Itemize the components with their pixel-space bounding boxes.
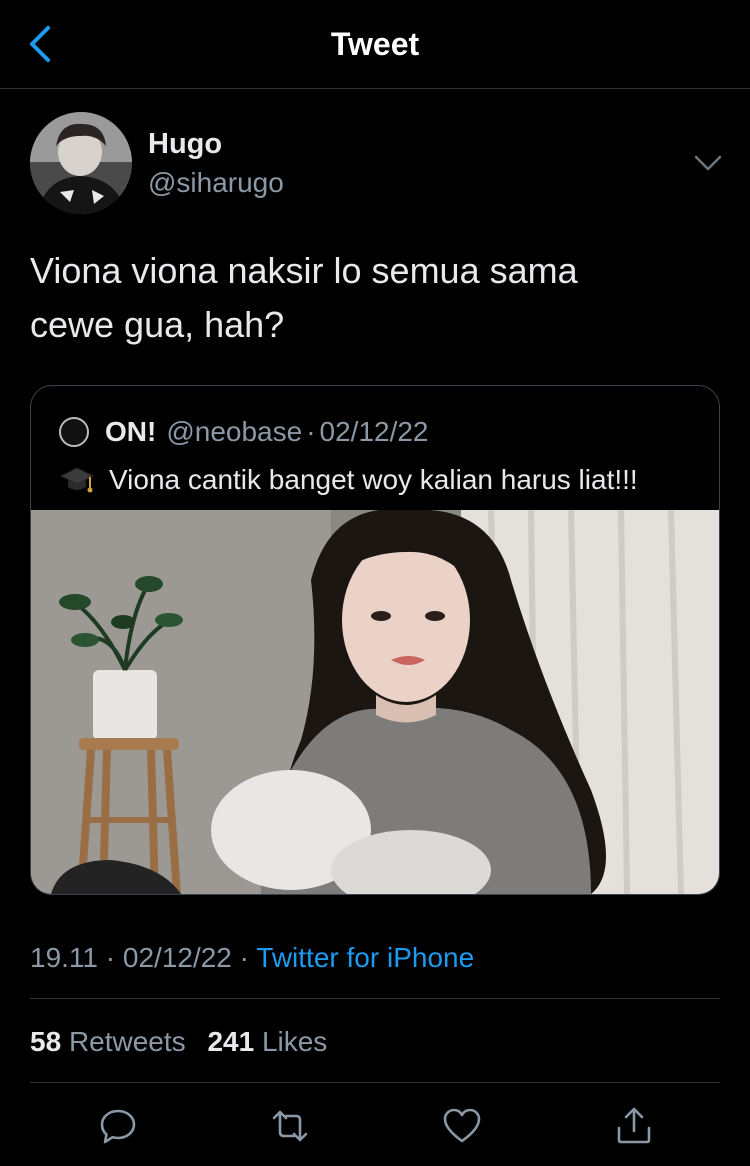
quoted-media-image[interactable] bbox=[31, 510, 719, 894]
tweet-text: Viona viona naksir lo semua sama cewe gu… bbox=[30, 244, 710, 352]
reply-icon bbox=[100, 1109, 136, 1144]
tweet-text-line: cewe gua, hah? bbox=[30, 304, 285, 345]
retweets-stat[interactable]: 58 Retweets bbox=[30, 1026, 193, 1057]
more-options-button[interactable] bbox=[690, 148, 726, 178]
author-handle[interactable]: @siharugo bbox=[148, 167, 284, 199]
avatar[interactable] bbox=[30, 112, 132, 214]
tweet-source-link[interactable]: Twitter for iPhone bbox=[256, 942, 474, 973]
graduation-cap-icon bbox=[59, 467, 95, 493]
heart-icon bbox=[443, 1108, 481, 1143]
retweet-button[interactable] bbox=[268, 1104, 312, 1148]
quoted-date: 02/12/22 bbox=[319, 416, 429, 447]
likes-count: 241 bbox=[207, 1026, 255, 1057]
chevron-down-icon bbox=[694, 155, 722, 171]
divider bbox=[30, 1082, 720, 1083]
page-title: Tweet bbox=[330, 26, 420, 62]
photo bbox=[31, 510, 719, 894]
quoted-tweet[interactable]: ON! @neobase · 02/12/22 Viona cantik ban… bbox=[30, 385, 720, 895]
share-icon bbox=[617, 1107, 651, 1144]
retweets-count: 58 bbox=[30, 1026, 62, 1057]
profile-photo bbox=[30, 112, 132, 214]
separator-dot: · bbox=[306, 416, 316, 447]
like-button[interactable] bbox=[440, 1104, 484, 1148]
likes-stat[interactable]: 241 Likes bbox=[207, 1026, 327, 1057]
likes-label: Likes bbox=[261, 1026, 328, 1057]
share-button[interactable] bbox=[612, 1104, 656, 1148]
quoted-text: Viona cantik banget woy kalian harus lia… bbox=[109, 464, 638, 495]
quoted-tweet-header: ON! @neobase · 02/12/22 bbox=[59, 414, 429, 450]
tweet-stats: 58 Retweets 241 Likes bbox=[30, 1026, 341, 1058]
top-bar: Tweet bbox=[0, 0, 750, 89]
tweet-time: 19.11 bbox=[30, 942, 98, 973]
reply-button[interactable] bbox=[96, 1104, 140, 1148]
quoted-author-handle: @neobase bbox=[166, 416, 303, 447]
quoted-text-row: Viona cantik banget woy kalian harus lia… bbox=[59, 462, 638, 498]
separator-dot: · bbox=[105, 942, 116, 973]
retweet-icon bbox=[272, 1110, 308, 1142]
quoted-author-name: ON! bbox=[105, 416, 157, 447]
tweet-date: 02/12/22 bbox=[122, 942, 232, 973]
separator-dot: · bbox=[239, 942, 249, 973]
quoted-avatar bbox=[59, 417, 89, 447]
author-name[interactable]: Hugo bbox=[148, 128, 222, 161]
tweet-meta: 19.11 · 02/12/22 · Twitter for iPhone bbox=[30, 942, 474, 974]
retweets-label: Retweets bbox=[68, 1026, 186, 1057]
tweet-text-line: Viona viona naksir lo semua sama bbox=[30, 250, 578, 291]
divider bbox=[30, 998, 720, 999]
